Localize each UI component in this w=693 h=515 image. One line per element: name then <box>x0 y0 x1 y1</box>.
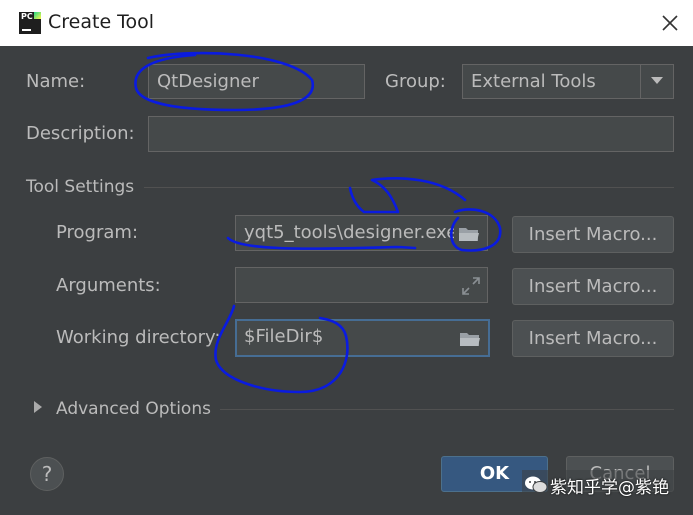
annotation-program-arrow <box>348 177 467 214</box>
arguments-label: Arguments: <box>56 275 161 296</box>
description-label: Description: <box>26 123 135 144</box>
name-input[interactable]: QtDesigner <box>148 64 365 99</box>
watermark: 紫知乎学@紫铯 <box>522 470 682 500</box>
chevron-down-icon <box>651 77 663 84</box>
create-tool-dialog: PC Create Tool Name: QtDesigner Group: E… <box>0 0 693 515</box>
help-button[interactable]: ? <box>30 457 64 491</box>
working-directory-folder-icon[interactable] <box>455 327 485 351</box>
arguments-input[interactable] <box>235 267 488 303</box>
close-icon[interactable] <box>659 12 681 34</box>
title-bar: PC Create Tool <box>0 0 693 46</box>
working-directory-label: Working directory: <box>56 327 221 348</box>
wechat-icon <box>525 476 548 493</box>
description-input[interactable] <box>148 116 674 152</box>
watermark-text: 紫知乎学@紫铯 <box>550 478 669 498</box>
working-directory-insert-macro-button[interactable]: Insert Macro... <box>512 320 674 357</box>
app-icon-text: PC <box>21 12 33 21</box>
working-directory-input-value: $FileDir$ <box>244 326 324 347</box>
pycharm-app-icon: PC <box>19 12 41 34</box>
program-insert-macro-button[interactable]: Insert Macro... <box>512 216 674 253</box>
arguments-insert-macro-button[interactable]: Insert Macro... <box>512 268 674 305</box>
dialog-title: Create Tool <box>48 11 155 33</box>
program-input[interactable]: yqt5_tools\designer.exe <box>235 215 488 251</box>
program-browse-folder-icon[interactable] <box>454 222 484 246</box>
group-label: Group: <box>385 71 446 92</box>
group-dropdown-arrow[interactable] <box>640 65 673 98</box>
working-directory-input[interactable]: $FileDir$ <box>235 319 490 357</box>
program-label: Program: <box>56 222 139 243</box>
advanced-options-toggle[interactable]: Advanced Options <box>56 399 211 419</box>
program-input-value: yqt5_tools\designer.exe <box>244 222 458 243</box>
group-dropdown[interactable]: External Tools <box>462 64 674 99</box>
expand-icon[interactable] <box>460 275 482 297</box>
group-dropdown-value: External Tools <box>471 71 596 92</box>
tool-settings-title: Tool Settings <box>26 177 135 197</box>
chevron-right-icon[interactable] <box>34 401 42 413</box>
advanced-options-separator <box>220 409 674 410</box>
name-label: Name: <box>26 71 86 92</box>
tool-settings-separator <box>144 187 674 188</box>
